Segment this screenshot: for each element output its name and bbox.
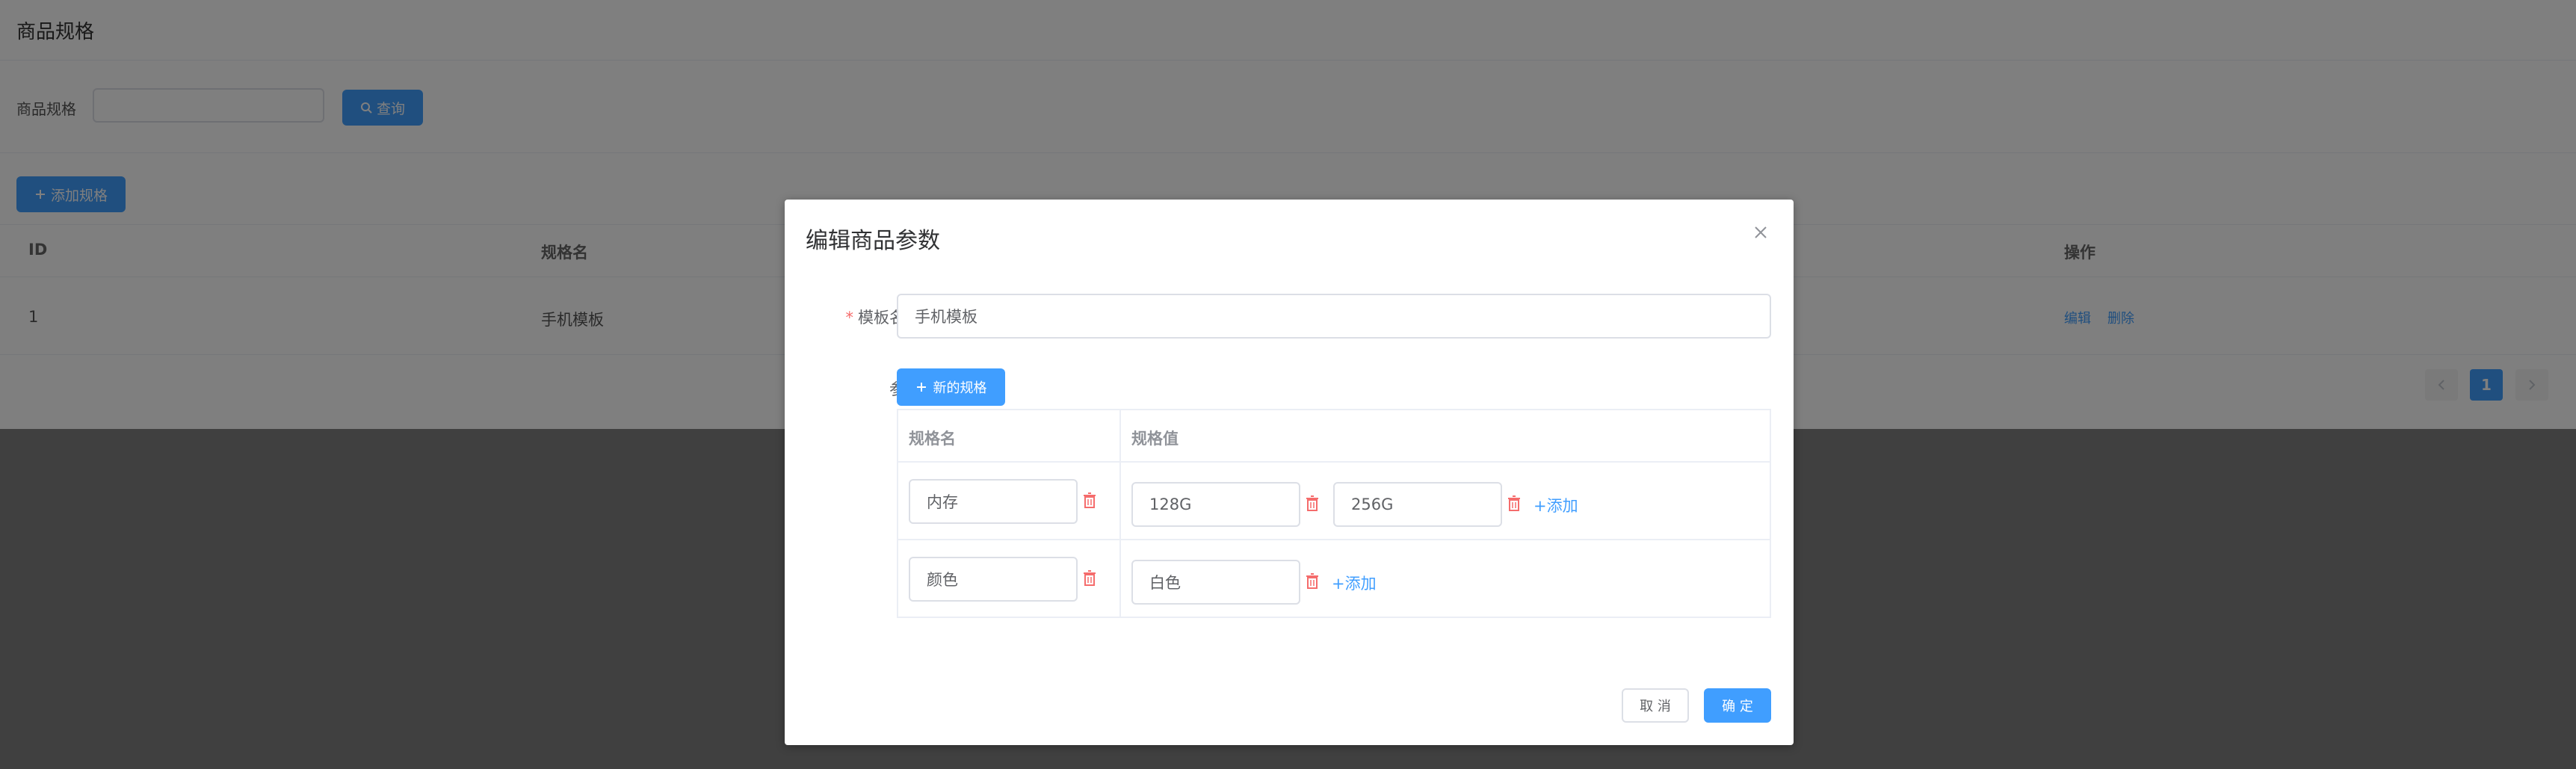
trash-icon[interactable] [1305,573,1320,590]
spec-value-input[interactable]: 128G [1131,482,1300,527]
spec-name-header: 规格名 [909,430,956,448]
spec-value-input[interactable]: 白色 [1131,560,1300,605]
confirm-button[interactable]: 确 定 [1704,688,1771,723]
new-spec-button[interactable]: 新的规格 [897,368,1005,406]
dialog-title: 编辑商品参数 [806,228,940,254]
cancel-button[interactable]: 取 消 [1622,688,1689,723]
spec-name-input[interactable]: 内存 [909,479,1078,524]
row-divider [898,539,1770,540]
plus-icon [916,383,926,392]
edit-params-dialog: 编辑商品参数 *模板名称 手机模板 参数 新的规格 规格名 规格值 内存 128… [785,200,1794,745]
add-value-link[interactable]: +添加 [1533,494,1578,516]
trash-icon[interactable] [1082,570,1097,587]
new-spec-button-label: 新的规格 [933,380,987,396]
row-divider [898,461,1770,463]
trash-icon[interactable] [1082,492,1097,509]
trash-icon[interactable] [1305,495,1320,512]
add-value-link[interactable]: +添加 [1332,572,1377,594]
close-icon[interactable] [1750,222,1771,243]
spec-value-input[interactable]: 256G [1333,482,1502,527]
spec-name-input[interactable]: 颜色 [909,557,1078,602]
trash-icon[interactable] [1507,495,1522,512]
spec-value-header: 规格值 [1131,430,1179,448]
template-name-input[interactable]: 手机模板 [897,294,1771,339]
column-divider [1119,410,1121,617]
spec-table: 规格名 规格值 内存 128G 256G +添加 颜色 白色 +添加 [897,409,1771,618]
